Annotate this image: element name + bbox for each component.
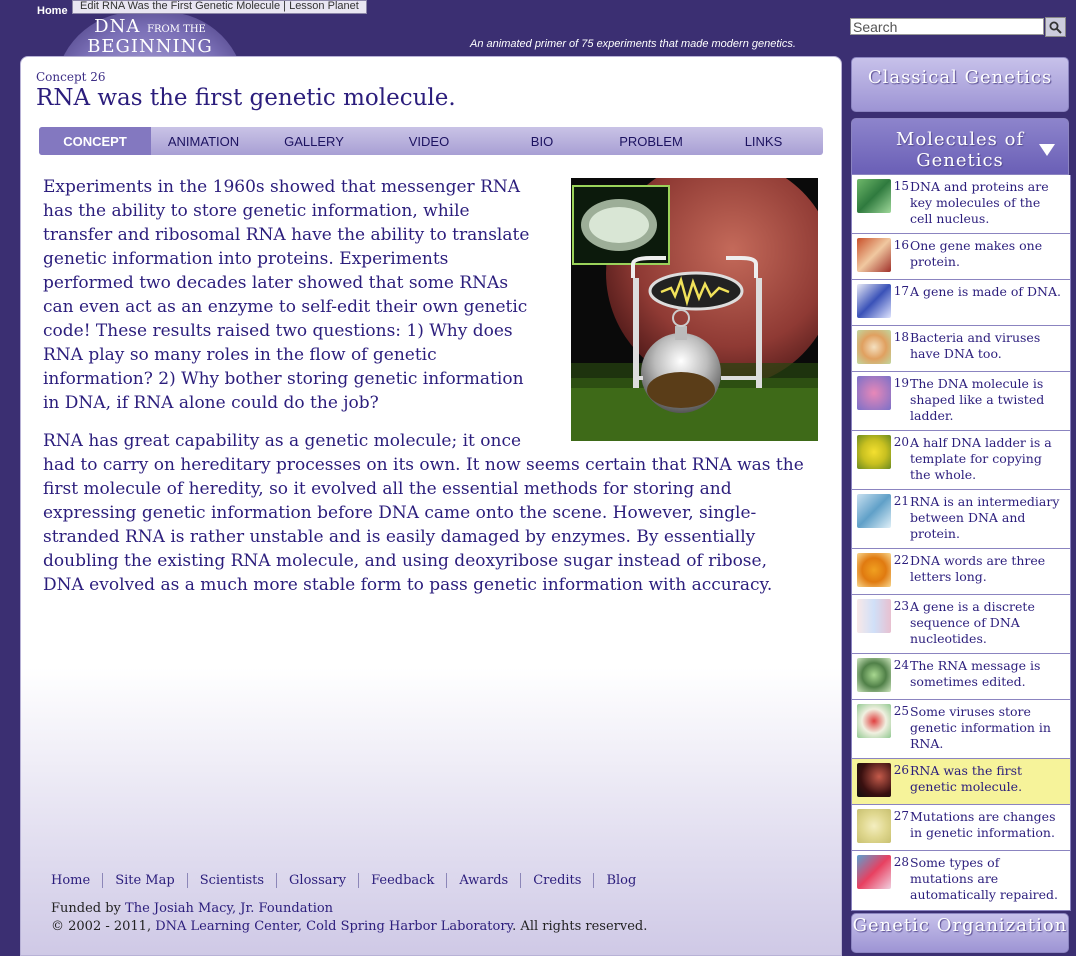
logo-line2: BEGINNING [87, 36, 213, 57]
concept-body: Experiments in the 1960s showed that mes… [43, 175, 811, 611]
sidebar-item-17[interactable]: 17 A gene is made of DNA. [852, 280, 1070, 326]
site-logo[interactable]: DNA FROM THE BEGINNING [55, 16, 245, 57]
footer-nav: Home Site Map Scientists Glossary Feedba… [51, 873, 648, 888]
tab-gallery[interactable]: GALLERY [256, 127, 372, 155]
concept-16-thumbnail [857, 238, 891, 272]
tab-animation[interactable]: ANIMATION [151, 127, 256, 155]
footer-link-glossary[interactable]: Glossary [276, 873, 358, 888]
search-icon [1049, 21, 1062, 34]
search-button[interactable] [1045, 17, 1066, 37]
sidebar-section-molecules-of-genetics[interactable]: Molecules of Genetics [851, 118, 1069, 175]
tab-concept[interactable]: CONCEPT [39, 127, 151, 155]
concept-21-thumbnail [857, 494, 891, 528]
concept-paragraph-2: RNA has great capability as a genetic mo… [43, 431, 804, 595]
sidebar-item-26[interactable]: 26 RNA was the first genetic molecule. [852, 759, 1070, 805]
concept-number: Concept 26 [36, 70, 106, 84]
footer-link-scientists[interactable]: Scientists [186, 873, 276, 888]
concept-23-thumbnail [857, 599, 891, 633]
footer-link-feedback[interactable]: Feedback [358, 873, 446, 888]
sidebar-item-24[interactable]: 24 The RNA message is sometimes edited. [852, 654, 1070, 700]
expand-arrow-icon [1039, 144, 1055, 156]
footer-link-awards[interactable]: Awards [446, 873, 520, 888]
sidebar-item-23[interactable]: 23 A gene is a discrete sequence of DNA … [852, 595, 1070, 654]
funded-by: Funded by The Josiah Macy, Jr. Foundatio… [51, 901, 334, 916]
tagline: An animated primer of 75 experiments tha… [470, 38, 796, 50]
concept-27-thumbnail [857, 809, 891, 843]
sidebar-item-27[interactable]: 27 Mutations are changes in genetic info… [852, 805, 1070, 851]
header-home-link[interactable]: Home [37, 5, 68, 17]
dnalc-link[interactable]: DNA Learning Center, Cold Spring Harbor … [155, 919, 512, 934]
tab-links[interactable]: LINKS [704, 127, 823, 155]
concept-28-thumbnail [857, 855, 891, 889]
main-content: Concept 26 RNA was the first genetic mol… [20, 56, 842, 956]
sidebar-item-25[interactable]: 25 Some viruses store genetic informatio… [852, 700, 1070, 759]
tab-bar: CONCEPT ANIMATION GALLERY VIDEO BIO PROB… [39, 127, 823, 155]
footer-link-home[interactable]: Home [51, 873, 102, 888]
sidebar-item-20[interactable]: 20 A half DNA ladder is a template for c… [852, 431, 1070, 490]
concept-list: 15 DNA and proteins are key molecules of… [851, 175, 1071, 911]
sidebar-item-21[interactable]: 21 RNA is an intermediary between DNA an… [852, 490, 1070, 549]
concept-20-thumbnail [857, 435, 891, 469]
funder-link[interactable]: The Josiah Macy, Jr. Foundation [125, 901, 333, 916]
sidebar-item-16[interactable]: 16 One gene makes one protein. [852, 234, 1070, 280]
logo-small-text: FROM THE [147, 24, 206, 35]
footer-link-credits[interactable]: Credits [520, 873, 593, 888]
sidebar-item-28[interactable]: 28 Some types of mutations are automatic… [852, 851, 1070, 910]
sidebar-item-22[interactable]: 22 DNA words are three letters long. [852, 549, 1070, 595]
footer-link-site-map[interactable]: Site Map [102, 873, 187, 888]
tooltip: Edit RNA Was the First Genetic Molecule … [72, 0, 367, 14]
tab-problem[interactable]: PROBLEM [598, 127, 704, 155]
concept-24-thumbnail [857, 658, 891, 692]
footer-link-blog[interactable]: Blog [593, 873, 648, 888]
sidebar-item-18[interactable]: 18 Bacteria and viruses have DNA too. [852, 326, 1070, 372]
sidebar-item-15[interactable]: 15 DNA and proteins are key molecules of… [852, 175, 1070, 234]
concept-18-thumbnail [857, 330, 891, 364]
concept-17-thumbnail [857, 284, 891, 318]
logo-line1: DNA [94, 16, 141, 37]
search-input[interactable] [850, 18, 1044, 35]
sidebar-section-genetic-organization[interactable]: Genetic Organization [851, 913, 1069, 953]
page-title: RNA was the first genetic molecule. [36, 85, 456, 111]
sidebar-section-classical-genetics[interactable]: Classical Genetics [851, 57, 1069, 112]
concept-15-thumbnail [857, 179, 891, 213]
tab-bio[interactable]: BIO [486, 127, 598, 155]
concept-25-thumbnail [857, 704, 891, 738]
copyright: © 2002 - 2011, DNA Learning Center, Cold… [51, 919, 648, 934]
concept-19-thumbnail [857, 376, 891, 410]
tab-video[interactable]: VIDEO [372, 127, 486, 155]
concept-26-thumbnail [857, 763, 891, 797]
sidebar-item-19[interactable]: 19 The DNA molecule is shaped like a twi… [852, 372, 1070, 431]
concept-22-thumbnail [857, 553, 891, 587]
